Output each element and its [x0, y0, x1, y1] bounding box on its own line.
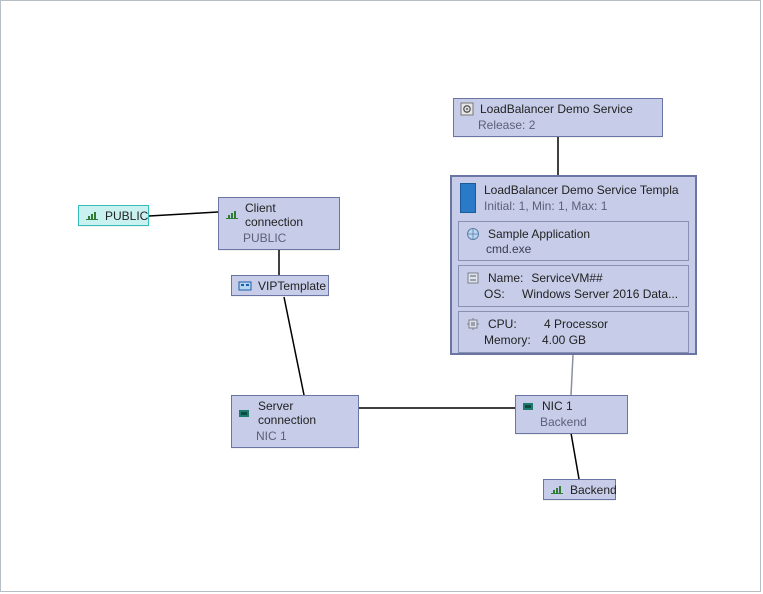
template-icon [460, 183, 476, 213]
node-sublabel: Backend [516, 415, 627, 433]
node-nic1[interactable]: NIC 1 Backend [515, 395, 628, 434]
cpu-value: 4 Processor [544, 317, 608, 331]
node-label: LoadBalancer Demo Service [480, 102, 633, 116]
cpu-label: CPU: [488, 317, 536, 331]
nic-icon [522, 399, 536, 413]
node-backend[interactable]: Backend [543, 479, 616, 500]
node-label: NIC 1 [542, 399, 573, 413]
template-subtitle: Initial: 1, Min: 1, Max: 1 [484, 199, 687, 213]
node-client-connection[interactable]: Client connection PUBLIC [218, 197, 340, 250]
vm-os-label: OS: [484, 287, 514, 301]
service-icon [460, 102, 474, 116]
node-sublabel: NIC 1 [232, 429, 358, 447]
template-card[interactable]: LoadBalancer Demo Service Templa Initial… [450, 175, 697, 355]
memory-value: 4.00 GB [542, 333, 586, 347]
node-label: Server connection [258, 399, 352, 427]
network-icon [550, 483, 564, 497]
node-label: VIPTemplate [258, 279, 326, 293]
nic-icon [238, 406, 252, 420]
node-server-connection[interactable]: Server connection NIC 1 [231, 395, 359, 448]
globe-icon [466, 227, 480, 241]
node-service[interactable]: LoadBalancer Demo Service Release: 2 [453, 98, 663, 137]
cpu-icon [466, 317, 480, 331]
node-label: Client connection [245, 201, 333, 229]
app-cmd: cmd.exe [462, 242, 685, 256]
canvas[interactable]: PUBLIC Client connection PUBLIC VIPTempl… [0, 0, 761, 592]
node-sublabel: PUBLIC [219, 231, 339, 249]
vm-os: Windows Server 2016 Data... [522, 287, 681, 301]
node-public[interactable]: PUBLIC [78, 205, 149, 226]
section-vm[interactable]: Name: ServiceVM## OS: Windows Server 201… [458, 265, 689, 307]
node-sublabel: Release: 2 [454, 118, 662, 136]
network-icon [225, 208, 239, 222]
vm-name: ServiceVM## [531, 271, 602, 285]
node-vip-template[interactable]: VIPTemplate [231, 275, 329, 296]
node-label: Backend [570, 483, 617, 497]
section-hardware[interactable]: CPU: 4 Processor Memory: 4.00 GB [458, 311, 689, 353]
template-title: LoadBalancer Demo Service Templa [484, 183, 687, 197]
section-application[interactable]: Sample Application cmd.exe [458, 221, 689, 261]
app-name: Sample Application [488, 227, 590, 241]
server-icon [466, 271, 480, 285]
vm-name-label: Name: [488, 271, 523, 285]
vip-icon [238, 279, 252, 293]
node-label: PUBLIC [105, 209, 148, 223]
network-icon [85, 209, 99, 223]
memory-label: Memory: [484, 333, 534, 347]
